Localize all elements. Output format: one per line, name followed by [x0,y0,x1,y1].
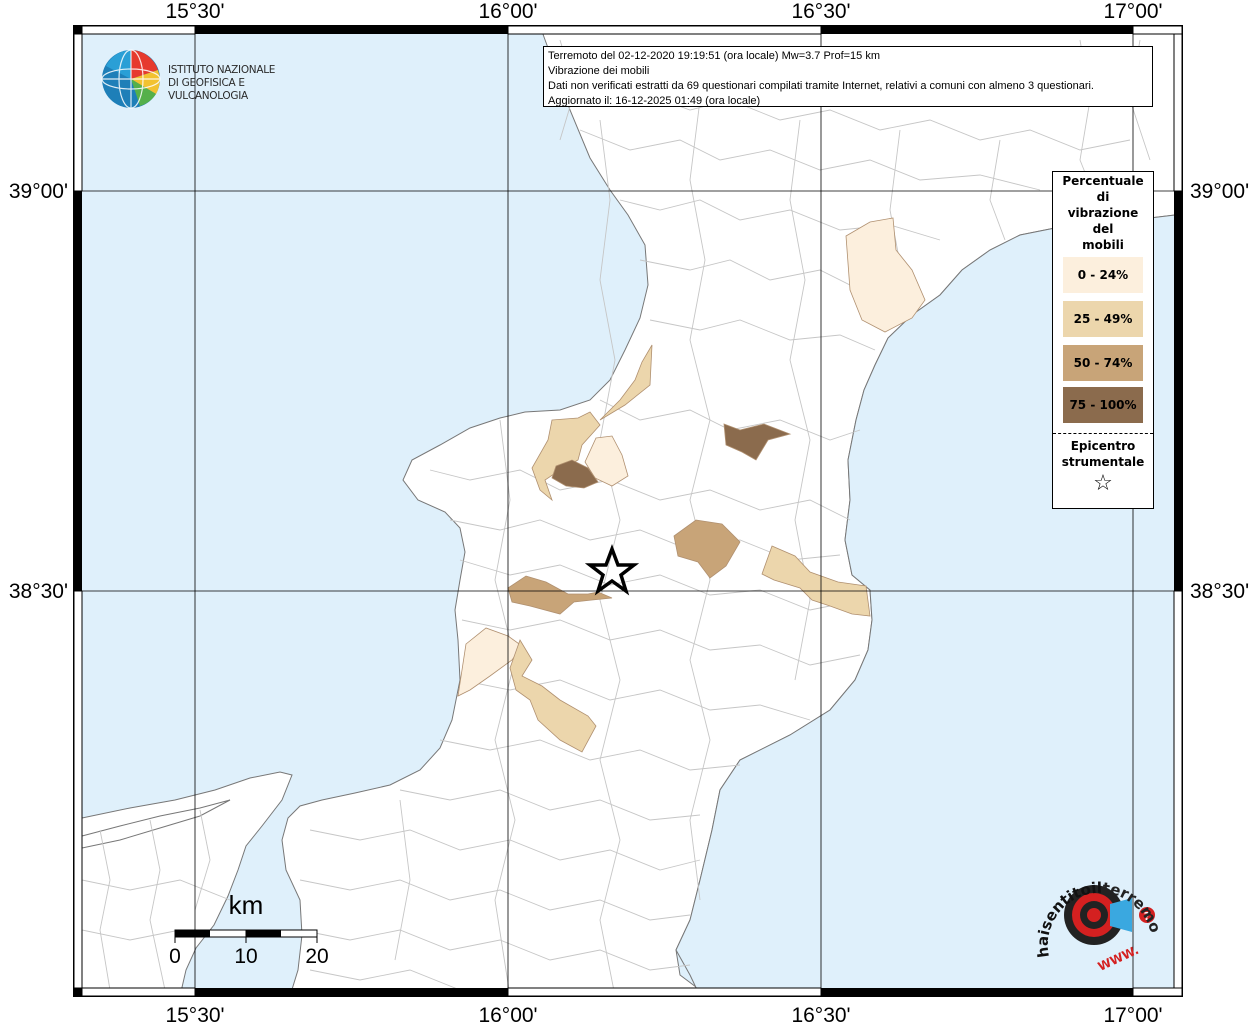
legend-epicenter-line1: Epicentro [1070,439,1136,453]
legend-title: Percentuale di vibrazione del mobili [1053,173,1153,253]
legend-swatch-75-100: 75 - 100% [1063,387,1143,423]
legend-swatch-0-24: 0 - 24% [1063,257,1143,293]
legend-label-50-74: 50 - 74% [1073,356,1133,370]
globe-logo-icon [101,49,161,109]
ingv-logo-line1: ISTITUTO NAZIONALE [168,64,276,76]
lon-label-bottom-3: 16°30' [791,1004,850,1024]
legend-label-0-24: 0 - 24% [1077,268,1129,282]
legend-epicenter-line2: strumentale [1061,455,1145,469]
event-info-line1: Terremoto del 02-12-2020 19:19:51 (ora l… [548,50,881,62]
legend-panel: Percentuale di vibrazione del mobili 0 -… [1052,171,1154,509]
legend-title-line4: del [1092,222,1114,236]
lat-label-left-1: 39°00' [9,180,68,203]
event-info-line3: Dati non verificati estratti da 69 quest… [548,80,1094,92]
scale-tick-20: 20 [305,945,328,968]
legend-title-line1: Percentuale [1062,174,1144,188]
lon-label-bottom-2: 16°00' [478,1004,537,1024]
lon-label-top-1: 15°30' [165,0,224,23]
lon-label-top-3: 16°30' [791,0,850,23]
lat-label-left-2: 38°30' [9,580,68,603]
lat-label-right-2: 38°30' [1190,580,1249,603]
badge-inner-red [1087,908,1101,922]
legend-title-line2: di [1096,190,1110,204]
lat-label-right-1: 39°00' [1190,180,1249,203]
legend-divider [1053,433,1153,434]
legend-swatch-50-74: 50 - 74% [1063,345,1143,381]
longitude-labels-bottom: 15°30' 16°00' 16°30' 17°00' [165,1004,1162,1024]
lon-label-top-4: 17°00' [1103,0,1162,23]
lon-label-bottom-4: 17°00' [1103,1004,1162,1024]
lon-label-top-2: 16°00' [478,0,537,23]
legend-title-line5: mobili [1082,238,1124,252]
event-info-line4: Aggiornato il: 16-12-2025 01:49 (ora loc… [548,95,761,107]
lon-label-bottom-1: 15°30' [165,1004,224,1024]
ingv-logo-line2: DI GEOFISICA E VULCANOLOGIA [168,77,248,102]
scale-tick-0: 0 [169,945,181,968]
map-canvas[interactable]: 15°30' 16°00' 16°30' 17°00' 15°30' 16°00… [0,0,1255,1024]
event-info-box: Terremoto del 02-12-2020 19:19:51 (ora l… [543,46,1153,107]
legend-swatch-25-49: 25 - 49% [1063,301,1143,337]
legend-label-25-49: 25 - 49% [1073,312,1133,326]
scale-tick-10: 10 [234,945,257,968]
scale-unit: km [229,890,264,920]
legend-title-line3: vibrazione [1067,206,1139,220]
ingv-logo-text: ISTITUTO NAZIONALE DI GEOFISICA E VULCAN… [168,64,320,103]
legend-label-75-100: 75 - 100% [1069,398,1137,412]
event-info-line2: Vibrazione dei mobili [548,65,650,77]
legend-epicenter-title: Epicentro strumentale [1053,438,1153,470]
legend-star-icon: ☆ [1093,471,1113,496]
longitude-labels-top: 15°30' 16°00' 16°30' 17°00' [165,0,1162,23]
ingv-logo: ISTITUTO NAZIONALE DI GEOFISICA E VULCAN… [100,48,320,110]
